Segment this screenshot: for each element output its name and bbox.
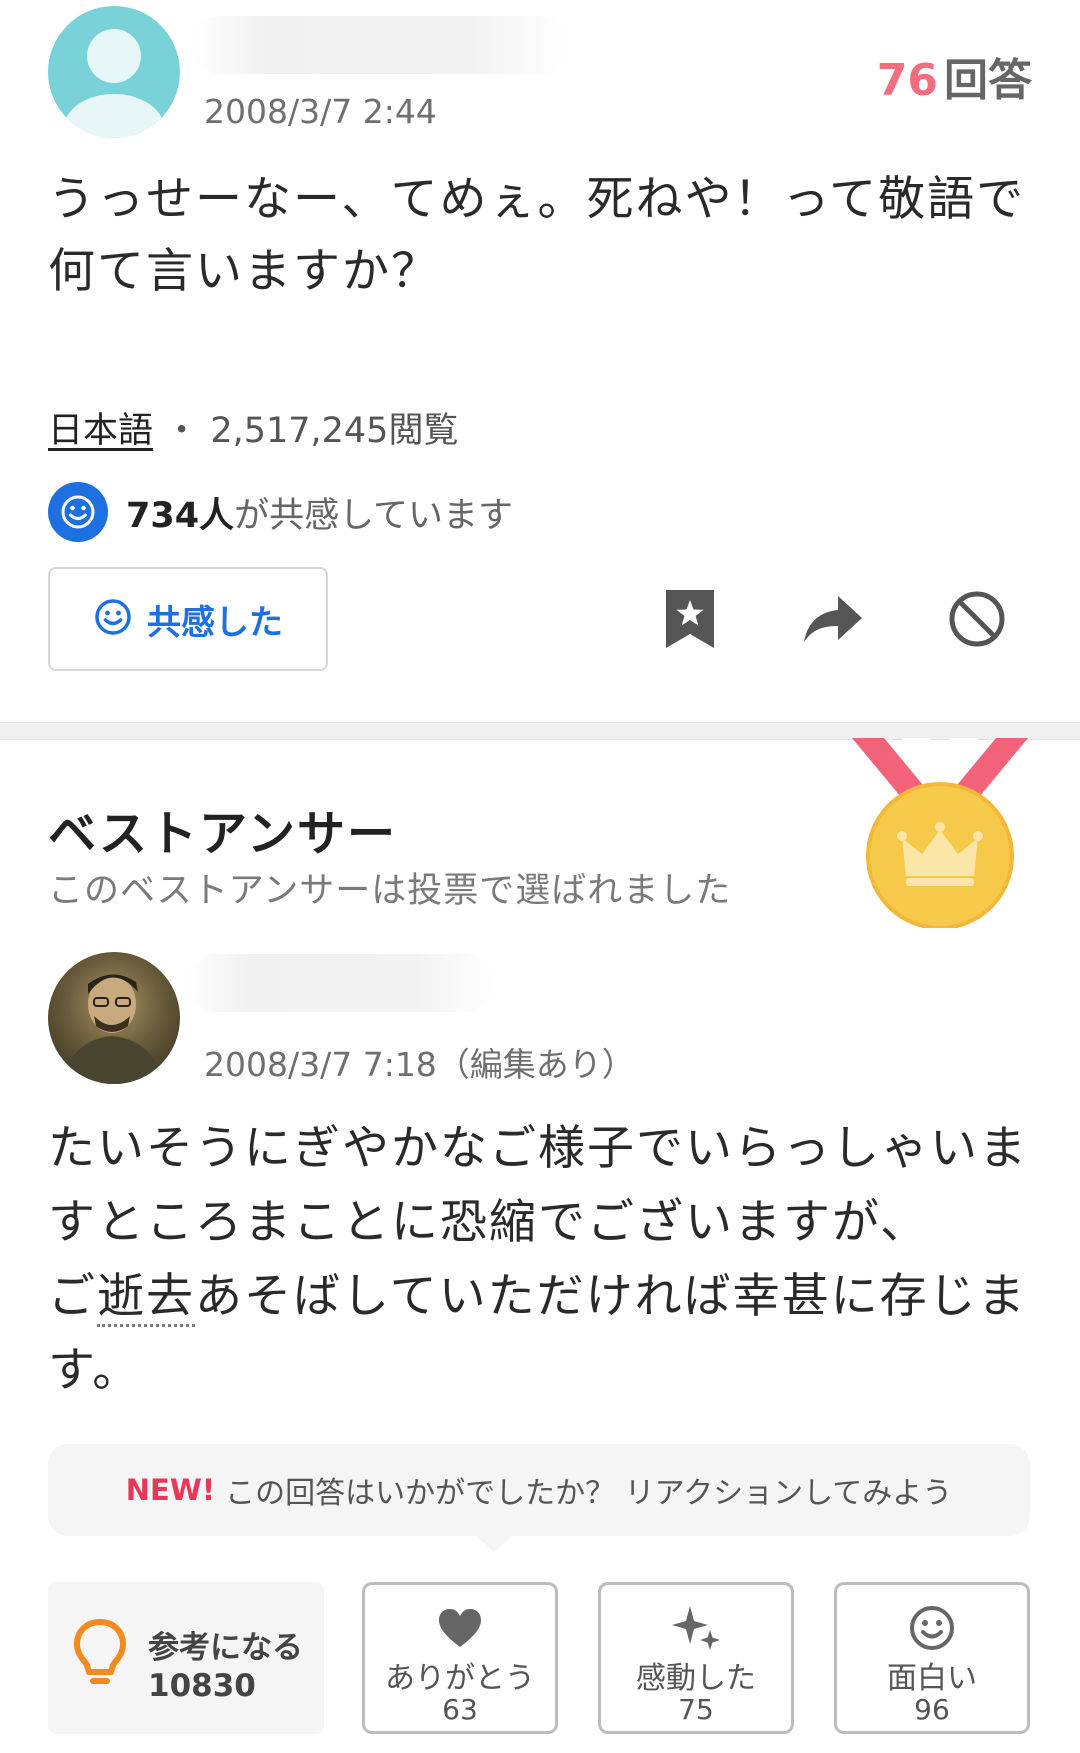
- bookmark-star-icon: [666, 590, 714, 648]
- answer-line: す。: [48, 1343, 142, 1398]
- question-body: うっせーなー、てめぇ。死ねや！って敬語で 何て言いますか？: [48, 164, 1028, 308]
- questioner-avatar[interactable]: [48, 6, 180, 138]
- answerer-name-redacted: [186, 954, 496, 1012]
- answer-text-fragment: あそばしていただければ幸甚に存じま: [195, 1269, 1027, 1324]
- dictionary-term-link[interactable]: 逝去: [97, 1269, 195, 1327]
- answer-line: すところまことに恐縮でございますが、: [48, 1195, 930, 1250]
- answer-body: たいそうにぎやかなご様子でいらっしゃいま すところまことに恐縮でございますが、 …: [48, 1112, 1028, 1408]
- moved-label: 感動した: [636, 1661, 756, 1696]
- answer-count-unit: 回答: [944, 55, 1032, 106]
- reaction-prompt-tail: [474, 1534, 514, 1552]
- sparkle-icon: [670, 1603, 722, 1653]
- bookmark-button[interactable]: [655, 584, 725, 654]
- answer-count-number: 76: [876, 55, 938, 106]
- thanks-button[interactable]: ありがとう 63: [362, 1582, 558, 1734]
- funny-label: 面白い: [887, 1661, 977, 1696]
- answer-count[interactable]: 76 回答: [877, 44, 1032, 108]
- thanks-count: 63: [442, 1693, 478, 1726]
- smiley-icon: [48, 482, 108, 542]
- thanks-label: ありがとう: [385, 1661, 535, 1696]
- empathize-button[interactable]: 共感した: [48, 567, 328, 671]
- answer-timestamp: 2008/3/7 7:18（編集あり）: [204, 1045, 635, 1084]
- block-icon: [949, 591, 1005, 647]
- questioner-name-redacted: [190, 16, 570, 74]
- funny-button[interactable]: 面白い 96: [834, 1582, 1030, 1734]
- answer-text-fragment: ご: [48, 1269, 97, 1324]
- empathy-suffix: が共感しています: [234, 495, 514, 536]
- empathy-summary: 734人 が共感しています: [48, 482, 513, 542]
- new-badge: NEW!: [125, 1473, 216, 1507]
- heart-icon: [437, 1603, 483, 1653]
- funny-count: 96: [914, 1693, 950, 1726]
- reaction-prompt: NEW! この回答はいかがでしたか？ リアクションしてみよう: [48, 1444, 1030, 1536]
- answerer-avatar[interactable]: [48, 952, 180, 1084]
- helpful-count: 10830: [148, 1668, 256, 1704]
- lightbulb-icon: [72, 1618, 128, 1696]
- best-answer-title: ベストアンサー: [48, 806, 398, 862]
- reaction-prompt-message: この回答はいかがでしたか？ リアクションしてみよう: [225, 1476, 953, 1511]
- share-arrow-icon: [804, 596, 862, 642]
- empathy-count: 734人: [126, 495, 235, 536]
- best-answer-medal-icon: [850, 738, 1030, 930]
- block-button[interactable]: [942, 584, 1012, 654]
- share-button[interactable]: [798, 584, 868, 654]
- question-line: 何て言いますか？: [48, 244, 440, 299]
- helpful-label: 参考になる: [148, 1630, 303, 1666]
- question-line: うっせーなー、てめぇ。死ねや！って敬語で: [48, 172, 1026, 227]
- best-answer-subtitle: このベストアンサーは投票で選ばれました: [48, 871, 732, 911]
- smiley-icon: [93, 597, 133, 641]
- category-link[interactable]: 日本語: [48, 411, 153, 451]
- empathize-button-label: 共感した: [147, 602, 283, 643]
- answer-line: ご逝去あそばしていただければ幸甚に存じま: [48, 1260, 1028, 1334]
- meta-separator: ・: [164, 411, 200, 451]
- question-meta: 日本語 ・ 2,517,245閲覧: [48, 402, 458, 453]
- answer-line: たいそうにぎやかなご様子でいらっしゃいま: [48, 1121, 1028, 1176]
- question-timestamp: 2008/3/7 2:44: [204, 92, 437, 131]
- smiley-icon: [908, 1603, 956, 1653]
- moved-count: 75: [678, 1693, 714, 1726]
- moved-button[interactable]: 感動した 75: [598, 1582, 794, 1734]
- view-count: 2,517,245閲覧: [210, 411, 459, 451]
